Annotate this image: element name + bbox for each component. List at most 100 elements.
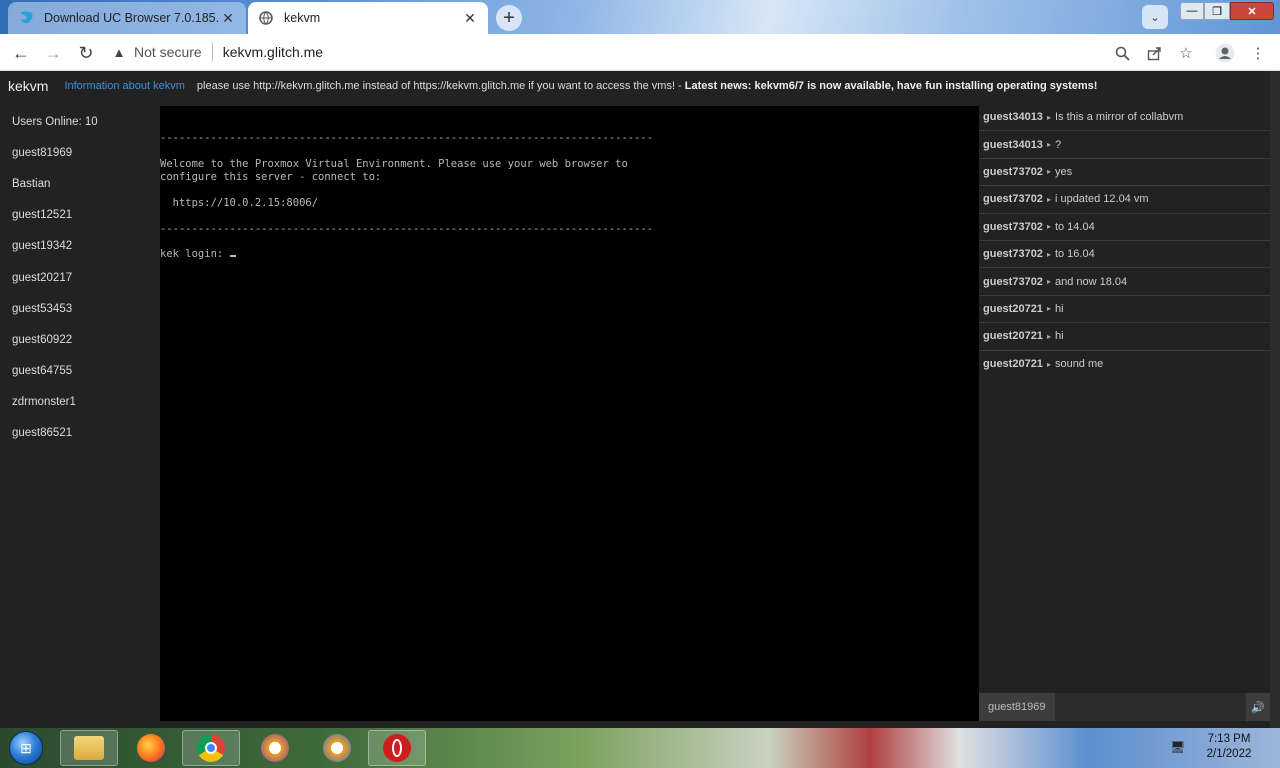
brand-logo[interactable]: kekvm: [8, 78, 48, 94]
chat-username[interactable]: guest20721: [983, 358, 1043, 370]
chat-username[interactable]: guest73702: [983, 221, 1043, 233]
url-text[interactable]: kekvm.glitch.me: [223, 44, 323, 60]
taskbar-browser-b[interactable]: [308, 730, 366, 766]
zoom-icon[interactable]: [1111, 42, 1133, 64]
close-icon[interactable]: ✕: [462, 10, 478, 27]
console-address: https://10.0.2.15:8006/: [160, 197, 319, 209]
chat-text: Is this a mirror of collabvm: [1054, 111, 1184, 124]
windows-taskbar: ⊞ 🖥 7:13 PM 2/1/2022: [0, 728, 1280, 768]
uc-browser-icon: [18, 10, 34, 26]
bookmark-star-icon[interactable]: ☆: [1175, 42, 1197, 64]
taskbar-opera[interactable]: [368, 730, 426, 766]
chat-message: guest20721 ▸ sound me: [979, 351, 1270, 378]
chat-input[interactable]: [1055, 693, 1246, 721]
user-list: Users Online: 10 guest81969 Bastian gues…: [0, 106, 158, 449]
system-clock[interactable]: 7:13 PM 2/1/2022: [1190, 732, 1268, 762]
new-tab-button[interactable]: +: [496, 5, 522, 31]
console-rule: ----------------------------------------…: [160, 132, 654, 144]
profile-avatar-icon[interactable]: [1214, 42, 1236, 64]
user-list-item[interactable]: guest53453: [0, 293, 158, 324]
arrow-right-icon: ▸: [1046, 167, 1051, 177]
chat-username[interactable]: guest73702: [983, 193, 1043, 205]
chat-message: guest73702 ▸ to 16.04: [979, 241, 1270, 269]
top-navbar: kekvm Information about kekvm please use…: [0, 71, 1280, 101]
maximize-button[interactable]: ❐: [1204, 2, 1230, 20]
warning-triangle-icon[interactable]: ▲: [110, 45, 128, 60]
speaker-icon[interactable]: 🔊: [1246, 693, 1270, 721]
arrow-right-icon: ▸: [1046, 222, 1051, 232]
user-list-item[interactable]: guest12521: [0, 200, 158, 231]
user-list-item[interactable]: guest20217: [0, 262, 158, 293]
minimize-button[interactable]: —: [1180, 2, 1204, 20]
chat-username[interactable]: guest20721: [983, 330, 1043, 342]
maximize-icon: ❐: [1212, 5, 1222, 18]
page-scrollbar[interactable]: [1270, 71, 1280, 728]
arrow-right-icon: ▸: [1046, 194, 1051, 204]
firefox-icon: [137, 734, 165, 762]
console-rule: ----------------------------------------…: [160, 223, 654, 235]
user-list-item[interactable]: Bastian: [0, 168, 158, 199]
arrow-right-icon: ▸: [1046, 304, 1051, 314]
console-prompt: kek login:: [160, 248, 230, 260]
share-icon[interactable]: [1143, 42, 1165, 64]
folder-icon: [74, 736, 104, 760]
latest-news: Latest news: kekvm6/7 is now available, …: [684, 80, 1098, 92]
kekvm-page: kekvm Information about kekvm please use…: [0, 71, 1280, 728]
arrow-right-icon: ▸: [1046, 359, 1051, 369]
chat-text: to 14.04: [1054, 220, 1095, 233]
arrow-right-icon: ▸: [1046, 112, 1051, 122]
tab-title: Download UC Browser 7.0.185.10: [44, 11, 220, 25]
start-button[interactable]: ⊞: [4, 729, 48, 767]
forward-button[interactable]: →: [40, 40, 66, 66]
plus-icon: +: [503, 6, 515, 29]
chat-username[interactable]: guest73702: [983, 248, 1043, 260]
chat-message: guest34013 ▸ Is this a mirror of collabvm: [979, 104, 1270, 132]
user-list-item[interactable]: guest64755: [0, 356, 158, 387]
chat-username[interactable]: guest73702: [983, 276, 1043, 288]
shield-browser-icon: [323, 734, 351, 762]
user-list-item[interactable]: guest86521: [0, 418, 158, 449]
tab-title: kekvm: [284, 11, 321, 25]
info-link[interactable]: Information about kekvm: [64, 80, 184, 92]
close-window-button[interactable]: ✕: [1230, 2, 1274, 20]
close-icon[interactable]: ✕: [220, 10, 236, 27]
chat-username[interactable]: guest34013: [983, 111, 1043, 123]
back-button[interactable]: ←: [8, 40, 34, 66]
omnibox[interactable]: ▲ Not secure kekvm.glitch.me: [110, 37, 1140, 67]
network-icon[interactable]: 🖥: [1170, 740, 1188, 756]
vm-screen[interactable]: ----------------------------------------…: [160, 106, 979, 721]
chat-message: guest73702 ▸ to 14.04: [979, 214, 1270, 241]
taskbar-explorer[interactable]: [60, 730, 118, 766]
notice-text: please use http://kekvm.glitch.me instea…: [197, 80, 1098, 92]
kebab-menu-icon[interactable]: ⋮: [1247, 42, 1269, 64]
chat-username-label[interactable]: guest81969: [979, 693, 1055, 721]
chat-text: yes: [1054, 165, 1073, 178]
chevron-down-icon: ⌄: [1150, 11, 1160, 24]
tab-uc-browser[interactable]: Download UC Browser 7.0.185.10 ✕: [8, 2, 246, 34]
minimize-icon: —: [1186, 5, 1198, 17]
browser-tab-strip: Download UC Browser 7.0.185.10 ✕ kekvm ✕…: [0, 0, 1280, 34]
user-list-item[interactable]: guest19342: [0, 231, 158, 262]
security-label[interactable]: Not secure: [134, 44, 202, 60]
chat-username[interactable]: guest20721: [983, 303, 1043, 315]
chat-username[interactable]: guest73702: [983, 166, 1043, 178]
user-list-item[interactable]: guest81969: [0, 137, 158, 168]
chat-text: to 16.04: [1054, 248, 1095, 261]
chat-text: hi: [1054, 330, 1064, 343]
clock-date: 2/1/2022: [1206, 748, 1252, 760]
console-welcome-line: Welcome to the Proxmox Virtual Environme…: [160, 158, 628, 170]
address-toolbar: ← → ↻ ▲ Not secure kekvm.glitch.me ☆ ⋮: [0, 34, 1280, 71]
tab-search-button[interactable]: ⌄: [1142, 5, 1168, 29]
globe-icon: [258, 10, 274, 26]
taskbar-browser-a[interactable]: [246, 730, 304, 766]
taskbar-firefox[interactable]: [122, 730, 180, 766]
notice-message: please use http://kekvm.glitch.me instea…: [196, 80, 685, 92]
user-list-item[interactable]: guest60922: [0, 324, 158, 355]
chat-username[interactable]: guest34013: [983, 139, 1043, 151]
taskbar-chrome[interactable]: [182, 730, 240, 766]
user-list-item[interactable]: zdrmonster1: [0, 387, 158, 418]
chat-message: guest34013 ▸?: [979, 131, 1270, 159]
tab-kekvm[interactable]: kekvm ✕: [248, 2, 488, 34]
reload-button[interactable]: ↻: [73, 40, 99, 66]
chat-text: hi: [1054, 302, 1064, 315]
